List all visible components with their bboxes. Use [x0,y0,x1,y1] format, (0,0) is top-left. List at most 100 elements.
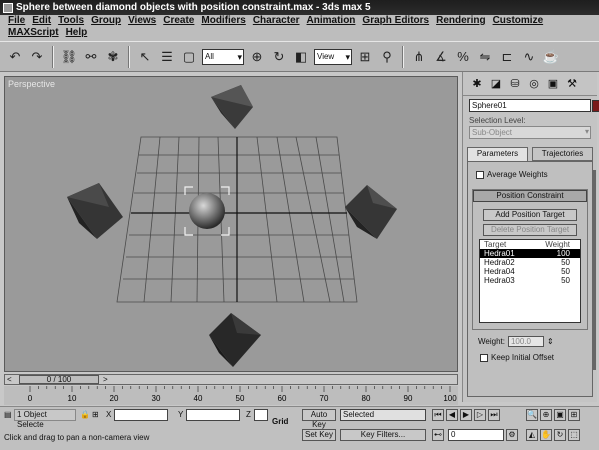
render-icon[interactable]: ☕ [542,47,560,67]
object-name-field[interactable]: Sphere01 [469,99,599,112]
slider-left-arrow-icon[interactable]: < [7,375,12,384]
menu-animation[interactable]: Animation [307,15,363,27]
menu-graph-editors[interactable]: Graph Editors [362,15,436,27]
position-constraint-rollout-title[interactable]: Position Constraint [473,190,587,202]
utilities-tab-icon[interactable]: ⚒ [564,76,580,92]
auto-key-button[interactable]: Auto Key [302,409,336,429]
select-manipulate-icon[interactable]: ⚲ [378,47,396,67]
redo-icon[interactable]: ↷ [28,47,46,67]
modify-tab-icon[interactable]: ◪ [488,76,504,92]
current-frame-field[interactable]: 0 [448,429,504,441]
time-config-icon[interactable]: ⚙ [506,429,518,441]
menu-help[interactable]: Help [66,27,95,39]
keep-offset-row[interactable]: Keep Initial Offset [480,353,592,362]
slider-right-arrow-icon[interactable]: > [103,375,108,384]
pivot-icon[interactable]: ⊞ [356,47,374,67]
hierarchy-tab-icon[interactable]: ⛁ [507,76,523,92]
spinner-arrows-icon[interactable]: ⇕ [547,337,554,346]
list-item[interactable]: Hedra02 50 [480,258,580,267]
tab-parameters[interactable]: Parameters [467,147,528,161]
menu-maxscript[interactable]: MAXScript [8,27,66,39]
selection-level-dropdown[interactable]: Sub-Object [469,126,591,139]
select-scale-icon[interactable]: ◧ [292,47,310,67]
average-weights-checkbox[interactable] [476,170,484,179]
zoom-icon[interactable]: 🔍 [526,409,538,421]
ruler-tick-label: 40 [194,394,203,403]
create-tab-icon[interactable]: ✱ [469,76,485,92]
zoom-all-icon[interactable]: ⊕ [540,409,552,421]
menu-customize[interactable]: Customize [493,15,551,27]
display-tab-icon[interactable]: ▣ [545,76,561,92]
play-icon[interactable]: ▶ [460,409,472,421]
key-filters-button[interactable]: Key Filters... [340,429,426,441]
tab-trajectories[interactable]: Trajectories [532,147,593,161]
reference-coord-dropdown[interactable]: View [314,48,352,65]
ruler-tick-label: 50 [236,394,245,403]
motion-tab-icon[interactable]: ◎ [526,76,542,92]
command-panel-scrollbar[interactable] [593,170,596,370]
object-color-swatch[interactable] [592,100,599,112]
maximize-viewport-icon[interactable]: ⬚ [568,429,580,441]
select-rotate-icon[interactable]: ↻ [270,47,288,67]
menu-views[interactable]: Views [128,15,163,27]
list-item[interactable]: Hedra04 50 [480,267,580,276]
unlink-icon[interactable]: ⚯ [82,47,100,67]
lock-selection-icon[interactable]: 🔒 [80,410,90,419]
pan-icon[interactable]: ✋ [540,429,552,441]
menu-create[interactable]: Create [163,15,201,27]
maxscript-listener-icon[interactable]: ▤ [4,410,12,419]
arc-rotate-icon[interactable]: ↻ [554,429,566,441]
menu-character[interactable]: Character [253,15,307,27]
weight-spinner[interactable]: 100.0 [507,336,544,347]
absolute-mode-icon[interactable]: ⊞ [92,410,99,419]
time-slider-thumb[interactable]: 0 / 100 [19,375,99,384]
key-mode-icon[interactable]: ⊷ [432,429,444,441]
ruler-tick-label: 30 [152,394,161,403]
selection-filter-dropdown[interactable]: All [202,48,244,65]
link-icon[interactable]: ⛓ [60,47,78,67]
field-of-view-icon[interactable]: ◭ [526,429,538,441]
mirror-icon[interactable]: ⇋ [476,47,494,67]
target-name: Hedra01 [484,249,515,258]
align-icon[interactable]: ⊏ [498,47,516,67]
list-item[interactable]: Hedra01 100 [480,249,580,258]
perspective-viewport[interactable]: Perspective [4,76,458,372]
target-list[interactable]: Target Weight Hedra01 100 Hedra02 50 Hed… [479,239,581,323]
selection-count: 1 Object Selecte [14,409,76,429]
select-by-name-icon[interactable]: ☰ [158,47,176,67]
zoom-extents-all-icon[interactable]: ⊞ [568,409,580,421]
x-coord-field[interactable] [114,409,168,421]
previous-frame-icon[interactable]: ◀ [446,409,458,421]
y-coord-field[interactable] [186,409,240,421]
set-key-button[interactable]: Set Key [302,429,336,441]
hedra-bottom [209,313,261,367]
track-bar[interactable]: 0 10 20 30 40 50 60 70 80 90 100 [4,386,458,405]
select-move-icon[interactable]: ⊕ [248,47,266,67]
time-slider[interactable]: < 0 / 100 > [4,374,458,385]
menu-rendering[interactable]: Rendering [436,15,492,27]
go-to-start-icon[interactable]: ⏮ [432,409,444,421]
percent-snap-icon[interactable]: % [454,47,472,67]
menu-edit[interactable]: Edit [32,15,58,27]
z-coord-field[interactable] [254,409,268,421]
add-position-target-button[interactable]: Add Position Target [483,209,577,221]
undo-icon[interactable]: ↶ [6,47,24,67]
angle-snap-icon[interactable]: ∡ [432,47,450,67]
menu-modifiers[interactable]: Modifiers [201,15,252,27]
delete-position-target-button[interactable]: Delete Position Target [483,224,577,236]
average-weights-row[interactable]: Average Weights [476,170,592,179]
select-icon[interactable]: ↖ [136,47,154,67]
zoom-extents-icon[interactable]: ▣ [554,409,566,421]
list-item[interactable]: Hedra03 50 [480,276,580,285]
menu-group[interactable]: Group [91,15,128,27]
menu-file[interactable]: File [8,15,32,27]
bind-space-warp-icon[interactable]: ✾ [104,47,122,67]
curve-editor-icon[interactable]: ∿ [520,47,538,67]
next-frame-icon[interactable]: ▷ [474,409,486,421]
go-to-end-icon[interactable]: ⏭ [488,409,500,421]
rect-region-icon[interactable]: ▢ [180,47,198,67]
menu-tools[interactable]: Tools [58,15,91,27]
selected-set-dropdown[interactable]: Selected [340,409,426,421]
snap-icon[interactable]: ⋔ [410,47,428,67]
keep-offset-checkbox[interactable] [480,353,488,362]
